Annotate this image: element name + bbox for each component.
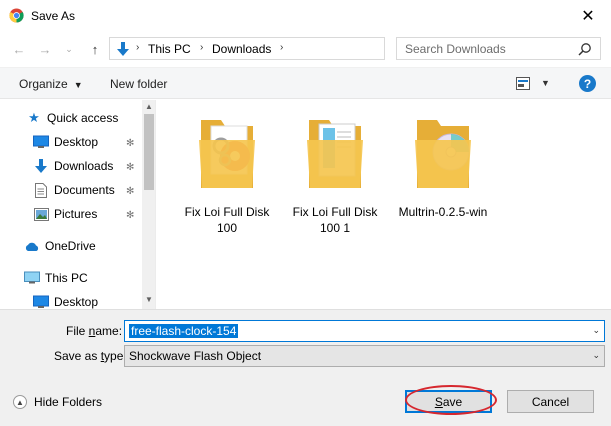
breadcrumb-separator-icon: ›	[200, 42, 204, 53]
view-caret-down-icon[interactable]: ▼	[541, 78, 550, 88]
file-name-field[interactable]: free-flash-clock-154 ⌄	[124, 320, 605, 342]
document-icon	[33, 182, 49, 198]
sidebar-item-label: OneDrive	[45, 239, 96, 253]
view-options-icon[interactable]	[516, 77, 530, 90]
sidebar-item-desktop[interactable]: Desktop	[33, 131, 98, 153]
command-bar: Organize ▼ New folder ▼ ?	[0, 67, 611, 99]
recent-locations-button[interactable]: ⌄	[60, 40, 78, 58]
save-button[interactable]: Save	[405, 390, 492, 413]
chevron-down-icon: ⌄	[592, 350, 600, 360]
desktop-icon	[33, 294, 49, 309]
navigation-pane: ★ Quick access Desktop ✻ Downloads ✻ Doc…	[0, 100, 156, 309]
breadcrumb-downloads[interactable]: Downloads	[212, 42, 271, 56]
hide-folders-button[interactable]: ▲ Hide Folders	[13, 395, 102, 409]
file-name-label: File name:	[66, 324, 123, 338]
file-list: Fix Loi Full Disk 100 Fix Loi Full Disk …	[157, 100, 611, 309]
sidebar-item-label: Desktop	[54, 295, 99, 309]
scroll-up-icon[interactable]: ▲	[145, 102, 153, 111]
chevron-down-icon: ⌄	[65, 43, 73, 54]
address-bar[interactable]: › This PC › Downloads › ⌄ ↻	[109, 37, 488, 60]
sidebar-item-downloads[interactable]: Downloads	[33, 155, 113, 177]
file-item[interactable]: Multrin-0.2.5-win	[393, 112, 493, 220]
forward-arrow-icon: →	[38, 41, 52, 57]
save-type-select[interactable]: Shockwave Flash Object ⌄	[124, 345, 605, 367]
save-type-value: Shockwave Flash Object	[129, 349, 262, 363]
pin-icon: ✻	[126, 138, 135, 149]
pin-icon: ✻	[126, 162, 135, 173]
sidebar-item-label: Desktop	[54, 135, 99, 149]
hide-folders-label: Hide Folders	[34, 395, 103, 409]
breadcrumb-separator-icon: ›	[280, 42, 284, 53]
computer-icon	[24, 270, 40, 286]
cancel-button[interactable]: Cancel	[507, 390, 594, 413]
search-box[interactable]: Search Downloads	[396, 37, 601, 60]
sidebar-item-documents[interactable]: Documents	[33, 179, 115, 201]
scroll-down-icon[interactable]: ▼	[145, 295, 153, 304]
window-title: Save As	[31, 9, 76, 23]
pictures-icon	[33, 206, 49, 222]
forward-button[interactable]: →	[36, 40, 54, 58]
folder-installer-icon	[199, 120, 255, 188]
file-name-label: Fix Loi Full Disk 100 1	[292, 205, 378, 235]
chevron-down-icon[interactable]: ⌄	[592, 325, 600, 336]
pin-icon: ✻	[126, 186, 135, 197]
title-bar: Save As ✕	[0, 0, 611, 31]
save-button-label: Save	[434, 394, 463, 409]
sidebar-item-label: Quick access	[47, 111, 119, 125]
organize-label: Organize	[19, 77, 68, 91]
up-button[interactable]: ↑	[86, 40, 104, 58]
sidebar-item-desktop-pc[interactable]: Desktop	[33, 291, 98, 309]
download-icon	[33, 158, 49, 174]
desktop-icon	[33, 134, 49, 150]
folder-disc-icon	[415, 120, 471, 188]
sidebar-item-label: Pictures	[54, 207, 98, 221]
sidebar-item-label: This PC	[45, 271, 88, 285]
file-name-label: Fix Loi Full Disk 100	[184, 205, 270, 235]
breadcrumb-this-pc[interactable]: This PC	[148, 42, 191, 56]
download-folder-icon	[117, 42, 129, 56]
star-icon: ★	[28, 110, 40, 125]
sidebar-item-onedrive[interactable]: OneDrive	[24, 235, 96, 257]
save-type-label: Save as type:	[54, 349, 127, 363]
file-name-label: Multrin-0.2.5-win	[398, 205, 488, 219]
file-item[interactable]: Fix Loi Full Disk 100	[177, 112, 277, 236]
back-button[interactable]: ←	[10, 40, 28, 58]
sidebar-item-this-pc[interactable]: This PC	[24, 267, 88, 289]
sidebar-item-label: Downloads	[54, 159, 114, 173]
pin-icon: ✻	[126, 210, 135, 221]
cloud-icon	[24, 238, 40, 254]
close-icon: ✕	[581, 7, 595, 25]
chrome-icon	[9, 8, 24, 23]
file-item[interactable]: Fix Loi Full Disk 100 1	[285, 112, 385, 236]
sidebar-item-pictures[interactable]: Pictures	[33, 203, 97, 225]
close-button[interactable]: ✕	[565, 0, 611, 31]
sidebar-item-label: Documents	[54, 183, 115, 197]
search-placeholder: Search Downloads	[405, 42, 506, 56]
nav-scrollbar[interactable]: ▲ ▼	[142, 100, 155, 309]
cancel-button-label: Cancel	[531, 394, 570, 409]
scrollbar-thumb[interactable]	[144, 114, 154, 190]
breadcrumb-separator-icon: ›	[136, 42, 140, 53]
sidebar-item-quick-access[interactable]: ★ Quick access	[26, 107, 118, 129]
help-icon[interactable]: ?	[579, 75, 596, 92]
back-arrow-icon: ←	[12, 41, 26, 57]
up-arrow-icon: ↑	[91, 41, 99, 57]
new-folder-button[interactable]: New folder	[110, 77, 167, 91]
chevron-up-icon: ▲	[13, 395, 27, 409]
organize-menu[interactable]: Organize ▼	[19, 77, 83, 91]
caret-down-icon: ▼	[73, 80, 83, 90]
file-name-value: free-flash-clock-154	[129, 324, 239, 338]
search-icon	[578, 43, 591, 56]
address-row: ← → ⌄ ↑ › This PC › Downloads › ⌄ ↻ Sear…	[0, 31, 611, 67]
folder-document-icon	[307, 120, 363, 188]
